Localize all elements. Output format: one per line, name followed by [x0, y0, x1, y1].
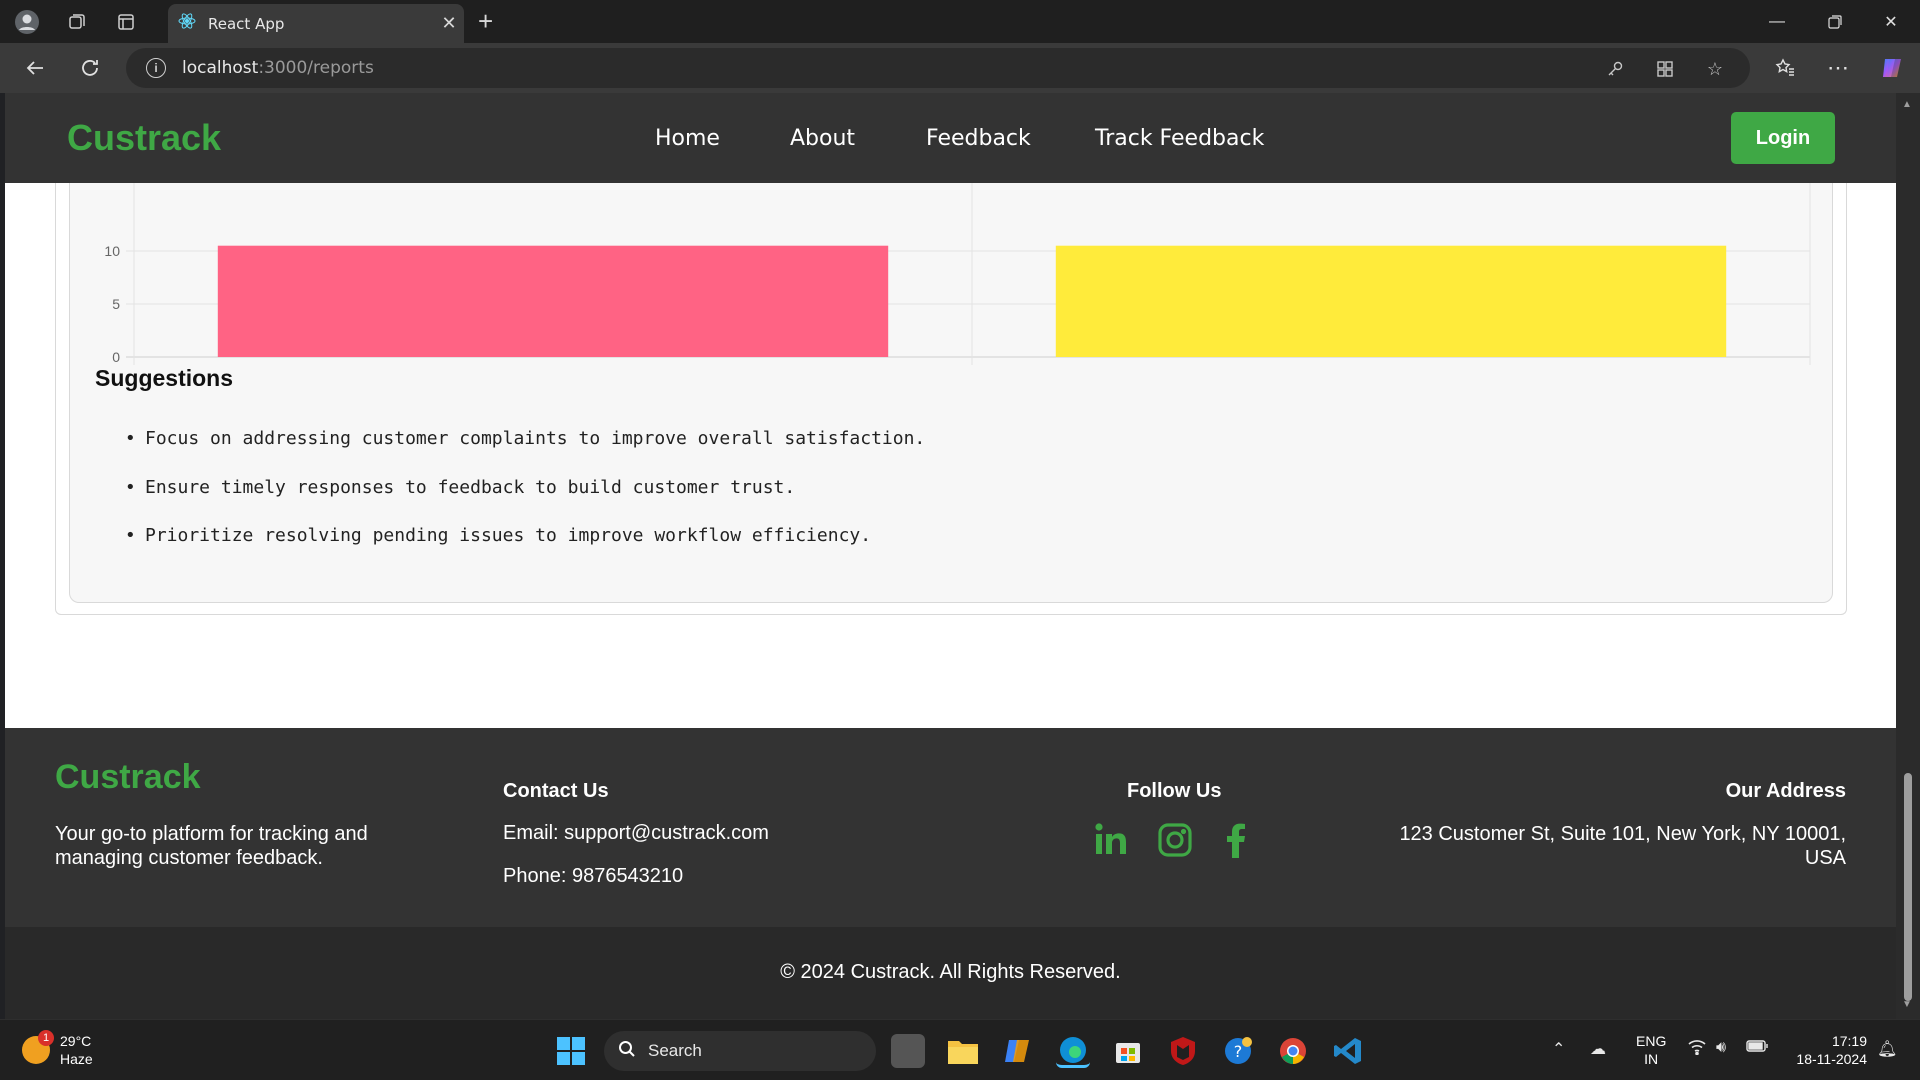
nav-home[interactable]: Home: [655, 126, 720, 151]
show-hidden-icons[interactable]: ⌃: [1552, 1039, 1565, 1059]
taskbar-search[interactable]: Search: [604, 1031, 876, 1071]
copyright-bar: © 2024 Custrack. All Rights Reserved.: [5, 927, 1896, 1019]
battery-icon[interactable]: [1746, 1039, 1768, 1057]
browser-tab-bar: React App ✕ + — ✕: [0, 0, 1920, 43]
nav-track-feedback[interactable]: Track Feedback: [1095, 126, 1264, 151]
nav-feedback[interactable]: Feedback: [926, 126, 1031, 151]
site-info-icon[interactable]: i: [146, 58, 166, 78]
wifi-icon[interactable]: [1688, 1039, 1706, 1060]
back-icon[interactable]: [19, 52, 51, 84]
svg-text:?: ?: [1234, 1042, 1243, 1061]
address-text: 123 Customer St, Suite 101, New York, NY…: [1399, 823, 1846, 869]
page-viewport: 0 5 10 Complaints Suggestions Suggestions Fo…: [5, 93, 1896, 1019]
contact-phone[interactable]: Phone: 9876543210: [503, 865, 683, 888]
weather-badge: 1: [38, 1030, 54, 1046]
file-explorer-icon[interactable]: [946, 1034, 980, 1068]
restore-icon[interactable]: [1806, 0, 1864, 43]
contact-email[interactable]: Email: support@custrack.com: [503, 822, 769, 845]
minimize-icon[interactable]: —: [1748, 0, 1806, 43]
onedrive-icon[interactable]: ☁: [1590, 1039, 1606, 1059]
suggestions-list: Focus on addressing customer complaints …: [125, 428, 925, 574]
clock-time: 17:19: [1831, 1033, 1867, 1049]
tips-icon[interactable]: ?: [1221, 1034, 1255, 1068]
y-tick-label: 5: [112, 296, 120, 312]
feedback-bar-chart: 0 5 10 Complaints Suggestions: [104, 183, 1811, 373]
key-icon[interactable]: [1604, 58, 1626, 80]
vscode-icon[interactable]: [1331, 1034, 1365, 1068]
footer-tagline: Your go-to platform for tracking and man…: [55, 823, 368, 869]
profile-icon[interactable]: [13, 8, 41, 36]
weather-condition: Haze: [60, 1051, 93, 1067]
bar-complaints: [217, 245, 889, 357]
address-bar[interactable]: i localhost:3000/reports ☆: [126, 48, 1750, 88]
workspaces-icon[interactable]: [63, 8, 91, 36]
tab-react-app[interactable]: React App ✕: [168, 4, 464, 43]
react-logo-icon: [178, 12, 196, 35]
weather-sun-icon: 1: [22, 1030, 54, 1064]
bar-suggestions: [1055, 245, 1727, 357]
y-tick-label: 0: [112, 349, 120, 365]
chrome-icon[interactable]: [1276, 1034, 1310, 1068]
follow-title: Follow Us: [1127, 780, 1222, 802]
scroll-down-icon[interactable]: ▼: [1902, 999, 1912, 1010]
task-view-icon[interactable]: [891, 1034, 925, 1068]
apps-icon[interactable]: [1654, 58, 1676, 80]
suggestion-item: Prioritize resolving pending issues to i…: [125, 525, 925, 574]
more-options-icon[interactable]: ⋯: [1822, 52, 1854, 84]
search-label: Search: [648, 1041, 702, 1060]
url-text[interactable]: localhost:3000/reports: [182, 58, 374, 78]
language-indicator[interactable]: ENG IN: [1636, 1032, 1666, 1068]
instagram-icon[interactable]: [1153, 818, 1197, 862]
clock-date: 18-11-2024: [1796, 1051, 1867, 1067]
notification-icon[interactable]: 🔔︎: [1877, 1039, 1897, 1059]
volume-icon[interactable]: 🔊︎: [1716, 1039, 1726, 1057]
contact-title: Contact Us: [503, 780, 609, 802]
browser-toolbar: i localhost:3000/reports ☆ ⋯: [0, 43, 1920, 93]
suggestion-item: Focus on addressing customer complaints …: [125, 428, 925, 477]
close-tab-icon[interactable]: ✕: [434, 13, 464, 34]
y-tick-label: 10: [104, 243, 120, 259]
footer: Custrack Your go-to platform for trackin…: [5, 728, 1896, 927]
x-tick-label: Suggestions: [1352, 372, 1429, 373]
new-tab-icon[interactable]: +: [478, 6, 493, 37]
search-icon: [618, 1040, 636, 1063]
address-title: Our Address: [1725, 780, 1846, 802]
weather-widget[interactable]: 1 29°C Haze: [22, 1030, 93, 1068]
brand-logo[interactable]: Custrack: [67, 117, 221, 159]
clock[interactable]: 17:19 18-11-2024: [1787, 1032, 1867, 1068]
app-header: Custrack Home About Feedback Track Feedb…: [5, 93, 1896, 183]
copyright-text: © 2024 Custrack. All Rights Reserved.: [780, 961, 1121, 983]
suggestions-title: Suggestions: [95, 365, 234, 391]
start-icon[interactable]: [554, 1034, 588, 1068]
tab-actions-icon[interactable]: [112, 8, 140, 36]
copilot-app-icon[interactable]: [1001, 1034, 1035, 1068]
temperature: 29°C: [60, 1033, 92, 1049]
footer-brand: Custrack: [55, 758, 201, 796]
nav-about[interactable]: About: [790, 126, 855, 151]
favorites-icon[interactable]: [1769, 52, 1801, 84]
edge-icon[interactable]: [1056, 1034, 1090, 1068]
linkedin-icon[interactable]: [1090, 818, 1134, 862]
close-window-icon[interactable]: ✕: [1862, 0, 1920, 43]
facebook-icon[interactable]: [1215, 818, 1259, 862]
login-button[interactable]: Login: [1731, 112, 1835, 164]
x-tick-label: Complaints: [518, 372, 588, 373]
scrollbar-thumb[interactable]: [1904, 773, 1912, 1001]
page-scrollbar[interactable]: ▲ ▼: [1896, 93, 1920, 1019]
store-icon[interactable]: [1111, 1034, 1145, 1068]
tab-title: React App: [208, 14, 285, 33]
suggestion-item: Ensure timely responses to feedback to b…: [125, 477, 925, 526]
scroll-up-icon[interactable]: ▲: [1902, 99, 1912, 110]
mcafee-icon[interactable]: [1166, 1034, 1200, 1068]
favorite-star-icon[interactable]: ☆: [1704, 58, 1726, 80]
windows-taskbar: 1 29°C Haze Search ? ⌃ ☁ ENG IN 🔊︎ 17:19…: [0, 1019, 1920, 1080]
refresh-icon[interactable]: [74, 52, 106, 84]
copilot-icon[interactable]: [1876, 52, 1908, 84]
